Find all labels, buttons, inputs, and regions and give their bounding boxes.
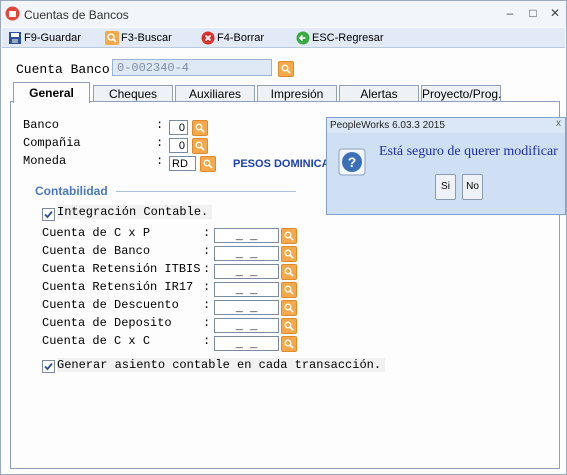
banco-search-button[interactable] [192,120,208,136]
save-button[interactable]: F9-Guardar [8,29,81,46]
dialog-message: Está seguro de querer modificar [379,144,558,159]
cuenta-deposito-input[interactable]: _ _ [214,318,279,333]
delete-label: F4-Borrar [217,31,265,44]
account-label: Cuenta Retensión ITBIS [42,262,201,276]
colon: : [156,118,164,132]
tab-auxiliares[interactable]: Auxiliares [175,85,255,102]
banco-input[interactable]: 0 [169,120,188,135]
integracion-label: Integración Contable. [57,205,213,219]
back-label: ESC-Regresar [312,31,384,44]
moneda-label: Moneda [23,154,67,168]
save-label: F9-Guardar [24,31,81,44]
cuenta-cxp-input[interactable]: _ _ [214,228,279,243]
account-label: Cuenta de C x C [42,334,151,348]
colon: : [203,244,211,258]
dialog-title: PeopleWorks 6.03.3 2015 [330,120,445,131]
back-arrow-icon [296,31,310,44]
banco-label: Banco [23,118,60,132]
toolbar: F9-Guardar F3-Buscar F4-Borrar ESC-Regre… [2,28,565,48]
cuenta-banco-acct-input[interactable]: _ _ [214,246,279,261]
title-bar: Cuentas de Bancos – □ ✕ [1,1,566,27]
no-button[interactable]: No [462,174,483,200]
cuenta-cxc-search-button[interactable] [281,336,297,352]
colon: : [203,316,211,330]
cuenta-deposito-search-button[interactable] [281,318,297,334]
tab-general[interactable]: General [13,82,90,103]
contabilidad-title: Contabilidad [35,184,108,198]
colon: : [203,280,211,294]
cuenta-itbis-search-button[interactable] [281,264,297,280]
compania-search-button[interactable] [192,138,208,154]
search-icon [284,249,294,259]
question-icon: ? [338,148,366,176]
account-label: Cuenta de Descuento [42,298,179,312]
search-icon [203,159,213,169]
colon: : [203,262,211,276]
dialog-title-bar: PeopleWorks 6.03.3 2015 x [327,118,565,133]
search-icon [284,303,294,313]
search-icon [195,123,205,133]
confirm-dialog: PeopleWorks 6.03.3 2015 x ? Está seguro … [326,117,566,215]
svg-text:?: ? [348,154,357,170]
colon: : [203,334,211,348]
search-icon [284,267,294,277]
search-icon [284,231,294,241]
tab-alertas[interactable]: Alertas [339,85,419,102]
delete-button[interactable]: F4-Borrar [201,29,264,46]
search-icon [195,141,205,151]
checkmark-icon [44,210,53,219]
search-icon [284,339,294,349]
colon: : [156,154,164,168]
colon: : [156,136,164,150]
cuenta-descuento-search-button[interactable] [281,300,297,316]
tab-bar: General Cheques Auxiliares Impresión Ale… [10,82,560,103]
moneda-search-button[interactable] [200,156,216,172]
generar-asiento-label: Generar asiento contable en cada transac… [57,358,386,372]
section-divider [116,191,296,192]
search-icon [284,285,294,295]
colon: : [203,298,211,312]
back-button[interactable]: ESC-Regresar [296,29,384,46]
app-icon [5,6,20,21]
search-icon [284,321,294,331]
account-label: Cuenta de Deposito [42,316,172,330]
main-window: Cuentas de Bancos – □ ✕ F9-Guardar F3-Bu… [0,0,567,475]
generar-asiento-checkbox[interactable] [42,360,55,373]
search-label: F3-Buscar [121,31,172,44]
tab-impresion[interactable]: Impresión [257,85,337,102]
cuenta-cxp-search-button[interactable] [281,228,297,244]
cuenta-cxc-input[interactable]: _ _ [214,336,279,351]
search-icon [105,30,119,45]
cuenta-ir17-input[interactable]: _ _ [214,282,279,297]
integracion-checkbox[interactable] [42,208,55,221]
yes-button[interactable]: Si [435,174,456,200]
search-icon [281,64,291,74]
colon: : [203,226,211,240]
minimize-button[interactable]: – [501,5,519,21]
save-icon [9,31,21,44]
account-label: Cuenta de C x P [42,226,151,240]
tab-proyecto[interactable]: Proyecto/Prog. [421,85,501,102]
window-title: Cuentas de Bancos [24,8,129,22]
cuenta-banco-label: Cuenta Banco : [16,62,126,77]
tab-cheques[interactable]: Cheques [93,85,173,102]
cuenta-banco-input[interactable]: 0-002340-4 [112,59,272,76]
maximize-button[interactable]: □ [524,5,542,21]
dialog-close-button[interactable]: x [556,118,561,129]
checkmark-icon [44,362,53,371]
cuenta-descuento-input[interactable]: _ _ [214,300,279,315]
account-label: Cuenta de Banco [42,244,151,258]
cuenta-itbis-input[interactable]: _ _ [214,264,279,279]
delete-icon [201,31,215,44]
close-button[interactable]: ✕ [546,5,564,21]
compania-label: Compañia [23,136,81,150]
search-button[interactable]: F3-Buscar [105,29,172,46]
compania-input[interactable]: 0 [169,138,188,153]
account-label: Cuenta Retensión IR17 [42,280,194,294]
moneda-input[interactable]: RD [169,156,196,171]
cuenta-banco-search-button[interactable] [281,246,297,262]
cuenta-search-button[interactable] [278,61,294,77]
cuenta-ir17-search-button[interactable] [281,282,297,298]
